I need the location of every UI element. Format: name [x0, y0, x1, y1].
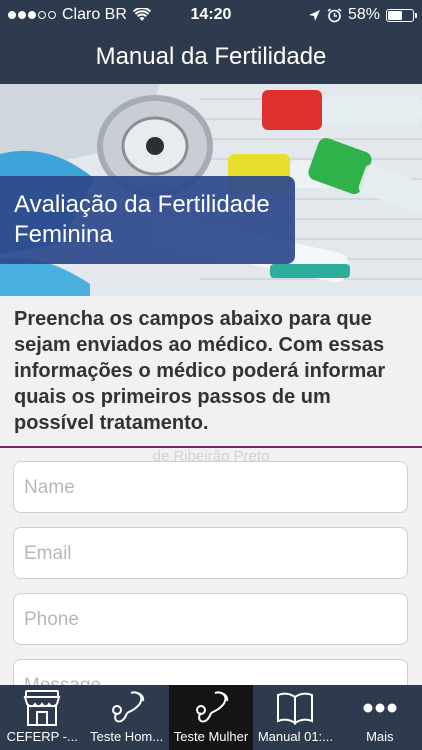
hero-title: Avaliação da Fertilidade Feminina	[14, 191, 270, 248]
contact-form: de Ribeirão Preto Name Email Phone Messa…	[0, 448, 422, 685]
nav-bar: Manual da Fertilidade	[0, 30, 422, 84]
hero-image: Avaliação da Fertilidade Feminina	[0, 84, 422, 296]
hero-title-card: Avaliação da Fertilidade Feminina	[0, 176, 295, 264]
alarm-icon	[327, 7, 342, 22]
tab-label: Teste Mulher	[173, 729, 249, 744]
tab-manual[interactable]: Manual 01:...	[253, 685, 337, 750]
intro-text: Preencha os campos abaixo para que sejam…	[14, 308, 386, 434]
status-bar: Claro BR 14:20 58%	[0, 0, 422, 30]
battery-icon	[386, 8, 417, 22]
tab-label: CEFERP -...	[6, 729, 78, 744]
phone-field[interactable]: Phone	[13, 593, 408, 645]
tab-ceferp[interactable]: CEFERP -...	[0, 685, 84, 750]
tab-teste-homem[interactable]: Teste Hom...	[84, 685, 168, 750]
tab-mais[interactable]: Mais	[338, 685, 422, 750]
stethoscope-icon	[196, 691, 229, 723]
book-icon	[277, 692, 314, 725]
message-field[interactable]: Message	[13, 659, 408, 685]
location-arrow-icon	[308, 9, 320, 21]
tab-label: Manual 01:...	[257, 729, 333, 744]
tab-bar: CEFERP -... Teste Hom... Teste Mulher Ma…	[0, 685, 422, 750]
email-field[interactable]: Email	[13, 527, 408, 579]
status-right: 58%	[308, 6, 417, 24]
more-icon	[363, 703, 397, 713]
page-title: Manual da Fertilidade	[95, 43, 327, 70]
storefront-icon	[23, 690, 61, 726]
intro-section: Preencha os campos abaixo para que sejam…	[0, 296, 422, 446]
tab-label: Mais	[366, 729, 394, 744]
name-field[interactable]: Name	[13, 461, 408, 513]
stethoscope-icon	[111, 691, 144, 723]
tab-label: Teste Hom...	[90, 729, 164, 744]
tab-teste-mulher[interactable]: Teste Mulher	[168, 685, 254, 750]
battery-percent: 58%	[347, 6, 380, 23]
